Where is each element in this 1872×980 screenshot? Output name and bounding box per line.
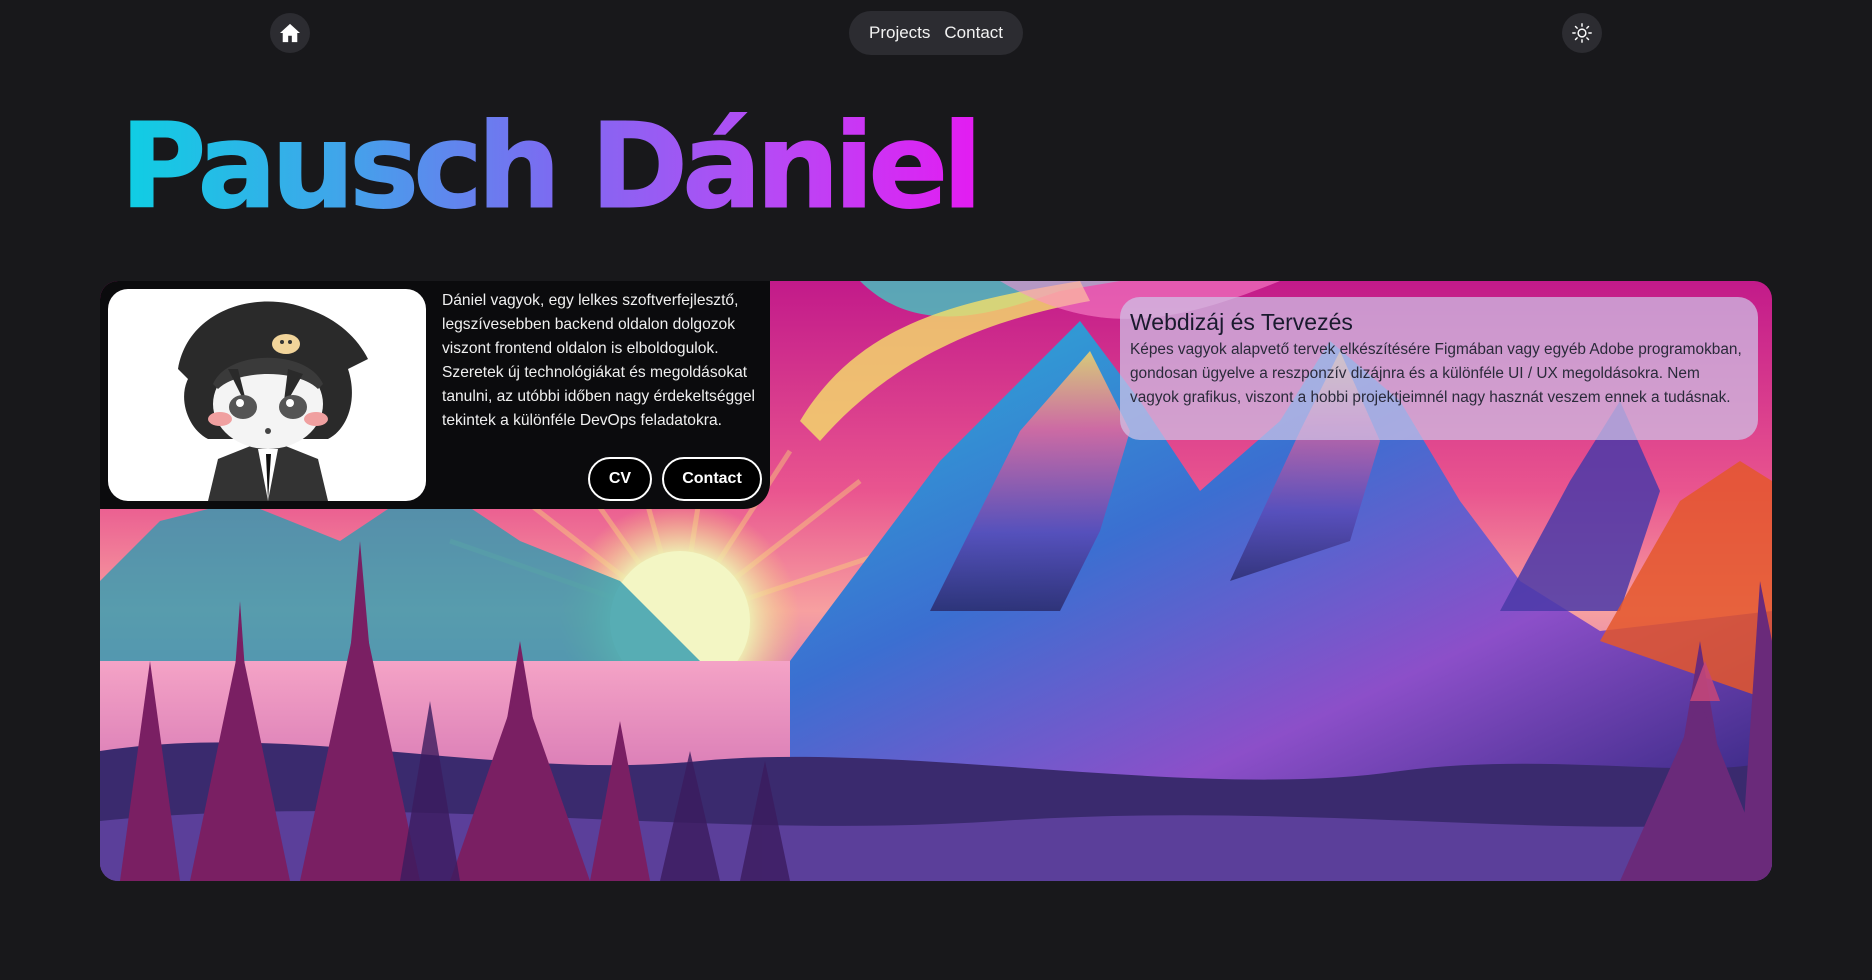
home-button[interactable] bbox=[270, 13, 310, 53]
nav-link-projects[interactable]: Projects bbox=[869, 23, 930, 43]
intro-text: Dániel vagyok, egy lelkes szoftverfejles… bbox=[442, 292, 755, 429]
contact-button[interactable]: Contact bbox=[662, 457, 762, 501]
avatar bbox=[108, 289, 426, 501]
cv-button[interactable]: CV bbox=[588, 457, 652, 501]
avatar-illustration bbox=[178, 301, 368, 501]
skill-card-title: Webdizáj és Tervezés bbox=[1130, 309, 1353, 335]
home-icon bbox=[280, 23, 300, 43]
sun-icon bbox=[1572, 23, 1592, 43]
theme-toggle-button[interactable] bbox=[1562, 13, 1602, 53]
nav-link-contact[interactable]: Contact bbox=[944, 23, 1003, 43]
main-nav: Projects Contact bbox=[849, 11, 1023, 55]
hero-card: Dániel vagyok, egy lelkes szoftverfejles… bbox=[100, 281, 1772, 881]
skill-card: Webdizáj és Tervezés Képes vagyok alapve… bbox=[1120, 297, 1758, 440]
hero-name: Pausch Dániel bbox=[120, 97, 984, 236]
skill-card-text: Képes vagyok alapvető tervek elkészítésé… bbox=[1130, 341, 1742, 406]
intro-panel: Dániel vagyok, egy lelkes szoftverfejles… bbox=[100, 281, 770, 509]
